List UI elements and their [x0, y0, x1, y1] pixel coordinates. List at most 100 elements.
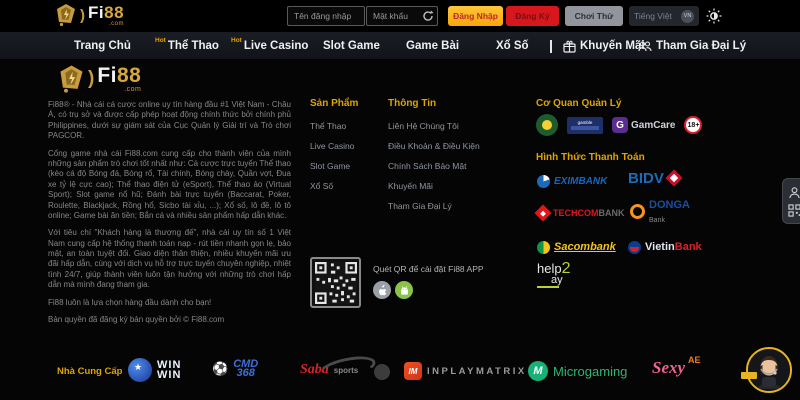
fi88-logo[interactable]: ) Fi88 .com	[55, 3, 124, 27]
agents-icon	[638, 40, 652, 53]
gamcare-g-badge: G	[612, 117, 628, 133]
nav-label: Khuyến Mãi	[580, 40, 645, 52]
nav-label: Tham Gia Đại Lý	[656, 40, 746, 52]
login-button[interactable]: Đăng Nhập	[448, 6, 503, 26]
provider-winwin: WINWIN	[128, 358, 181, 382]
provider-saba-sports: Saba sports	[300, 362, 395, 378]
provider-microgaming: M Microgaming	[528, 361, 627, 381]
gambleaware-logo: gamble	[567, 117, 603, 134]
bank-techcombank: TECHCOMBANK	[537, 204, 625, 222]
bank-donga: DONGABank	[630, 202, 690, 220]
techcombank-icon	[535, 205, 552, 222]
nav-label: Slot Game	[323, 40, 380, 52]
regulators-title: Cơ Quan Quản Lý	[536, 98, 621, 109]
language-label: Tiếng Việt	[634, 11, 672, 21]
eximbank-icon	[537, 175, 550, 188]
main-nav: Trang Chủ HotThể Thao HotLive Casino Slo…	[0, 32, 800, 60]
donga-label: DONGA	[649, 199, 690, 211]
android-app-button[interactable]	[395, 281, 413, 299]
nav-item-slot-game[interactable]: Slot Game	[323, 32, 380, 60]
footer-link-terms[interactable]: Điều Khoản & Điều Kiện	[388, 141, 480, 151]
play-demo-button[interactable]: Chơi Thử	[565, 6, 623, 26]
bank-vietinbank: VietinBank	[628, 238, 702, 256]
cmd368-ball-icon: ⚽	[212, 361, 228, 377]
logo-fi: Fi	[88, 3, 104, 22]
provider-inplaymatrix: IM INPLAYMATRIX	[404, 362, 527, 380]
mascot-badge	[741, 372, 757, 379]
language-flag-badge: VN	[681, 10, 694, 23]
vietin-bank-label: Bank	[675, 241, 702, 253]
account-icon[interactable]	[788, 186, 800, 199]
ios-app-button[interactable]	[373, 281, 391, 299]
brightness-icon[interactable]	[706, 8, 722, 24]
footer-link-privacy[interactable]: Chính Sách Bảo Mật	[388, 161, 466, 171]
ae-sexy-label: Sexy	[652, 358, 685, 378]
nav-item-card-games[interactable]: Game Bài	[406, 32, 459, 60]
vietinbank-icon	[628, 241, 641, 254]
footer-fi88-logo[interactable]: ) Fi88 .com	[58, 64, 141, 94]
nav-label: Thể Thao	[168, 40, 219, 52]
app-qr-code	[310, 257, 361, 308]
bidv-icon	[665, 170, 682, 187]
footer-link-lottery[interactable]: Xổ Số	[310, 181, 333, 191]
cmd-number: 368	[233, 369, 258, 378]
nav-item-agent[interactable]: Tham Gia Đại Lý	[638, 32, 746, 60]
pagcor-logo	[536, 114, 558, 136]
logo-88: 88	[104, 3, 124, 22]
page: ) Fi88 .com Đăng Nhập Đăng Ký Chơi Thử T…	[0, 0, 800, 400]
winwin-icon	[128, 358, 152, 382]
age-18plus-badge: 18+	[684, 116, 702, 134]
nav-label: Live Casino	[244, 40, 309, 52]
apple-icon	[377, 284, 388, 296]
gamcare-logo: G GamCare	[612, 117, 675, 133]
footer-link-live-casino[interactable]: Live Casino	[310, 141, 354, 151]
saba-ball-icon	[374, 364, 390, 380]
logo-domain: .com	[97, 86, 141, 93]
about-paragraph-2: Cổng game nhà cái Fi88.com cung cấp cho …	[48, 149, 291, 222]
language-selector[interactable]: Tiếng Việt VN	[629, 6, 699, 26]
payments-title: Hình Thức Thanh Toán	[536, 152, 645, 163]
about-tagline: Fi88 luôn là lựa chọn hàng đầu dành cho …	[48, 298, 291, 308]
nav-divider	[550, 40, 552, 53]
gift-icon	[563, 40, 576, 53]
nav-item-lottery[interactable]: Xổ Số	[496, 32, 529, 60]
providers-title: Nhà Cung Cấp	[57, 366, 122, 377]
logo-88: 88	[117, 64, 141, 87]
bidv-label: BIDV	[628, 170, 664, 187]
nav-item-sports[interactable]: HotThể Thao	[155, 32, 219, 60]
register-button[interactable]: Đăng Ký	[506, 6, 559, 26]
nav-item-home[interactable]: Trang Chủ	[74, 32, 131, 60]
about-paragraph-1: Fi88® - Nhà cái cá cược online uy tín hà…	[48, 100, 291, 142]
nav-label: Xổ Số	[496, 40, 529, 52]
android-icon	[399, 285, 410, 296]
footer-link-slot-game[interactable]: Slot Game	[310, 161, 350, 171]
footer-link-sports[interactable]: Thể Thao	[310, 121, 346, 131]
nav-item-promotions[interactable]: Khuyến Mãi	[563, 32, 645, 60]
donga-icon	[630, 204, 645, 219]
username-input[interactable]	[287, 6, 365, 26]
forgot-password-icon[interactable]	[421, 9, 435, 23]
techcom-bank-label: BANK	[599, 208, 625, 218]
bank-eximbank: EXIMBANK	[537, 172, 607, 190]
footer-logo-icon	[58, 64, 85, 94]
hot-badge: Hot	[155, 37, 166, 44]
footer-link-promotions[interactable]: Khuyến Mãi	[388, 181, 433, 191]
regulator-logos: gamble G GamCare 18+	[536, 114, 702, 136]
qr-mini-icon[interactable]	[788, 204, 800, 217]
qr-caption: Quét QR để cài đặt Fi88 APP	[373, 264, 484, 274]
floating-side-widget	[782, 178, 800, 224]
products-column-title: Sản Phẩm	[310, 98, 358, 109]
support-mascot-button[interactable]	[746, 347, 792, 393]
microgaming-label: Microgaming	[553, 364, 627, 379]
logo-bracket: )	[88, 68, 94, 90]
logo-fi: Fi	[97, 64, 117, 87]
ae-badge: AE	[688, 355, 701, 365]
footer-link-contact[interactable]: Liên Hệ Chúng Tôi	[388, 121, 459, 131]
provider-cmd368: ⚽ CMD368	[212, 360, 258, 379]
footer-link-agent[interactable]: Tham Gia Đại Lý	[388, 201, 452, 211]
vietin-label: Vietin	[645, 241, 675, 253]
topbar: ) Fi88 .com Đăng Nhập Đăng Ký Chơi Thử T…	[0, 0, 800, 32]
copyright-text: Bản quyền đã đăng ký bản quyền bởi © Fi8…	[48, 315, 291, 325]
nav-item-live-casino[interactable]: HotLive Casino	[231, 32, 308, 60]
inplaymatrix-label: INPLAYMATRIX	[427, 366, 527, 377]
